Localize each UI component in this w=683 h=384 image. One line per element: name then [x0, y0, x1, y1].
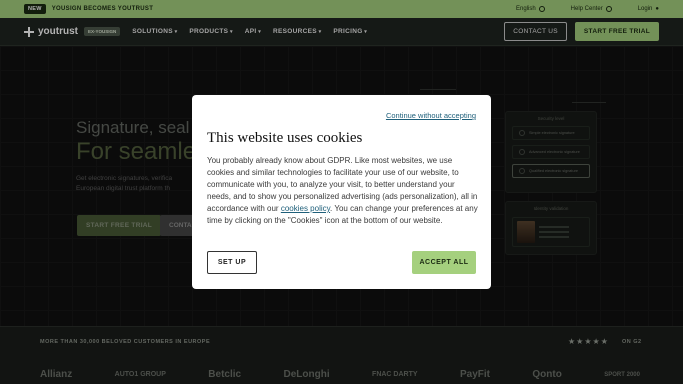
modal-title: This website uses cookies [207, 130, 363, 146]
set-up-button[interactable]: SET UP [207, 251, 257, 274]
continue-without-accepting-link[interactable]: Continue without accepting [386, 111, 476, 120]
cookies-policy-link[interactable]: cookies policy [281, 204, 330, 213]
accept-all-button[interactable]: ACCEPT ALL [412, 251, 476, 274]
modal-body: You probably already know about GDPR. Li… [207, 155, 479, 227]
cookie-consent-modal: Continue without accepting This website … [192, 95, 491, 289]
